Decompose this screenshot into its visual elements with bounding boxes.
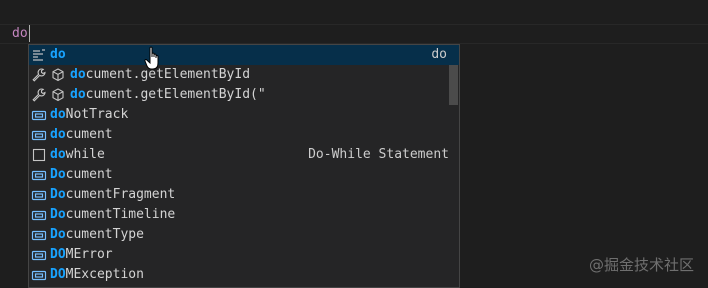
text-cursor bbox=[28, 25, 30, 42]
suggestion-label-rest: while bbox=[65, 147, 105, 162]
suggestion-item[interactable]: DocumentFragment bbox=[29, 185, 459, 205]
match-highlight: do bbox=[50, 147, 66, 162]
suggestion-label-rest: cument.getElementById(" bbox=[85, 87, 266, 102]
variable-icon bbox=[31, 247, 47, 263]
suggestion-item[interactable]: DOMError bbox=[29, 245, 459, 265]
variable-icon bbox=[31, 207, 47, 223]
snippet-icon bbox=[31, 47, 47, 63]
match-highlight: do bbox=[50, 107, 66, 122]
wrench-icon bbox=[31, 87, 47, 103]
suggestion-label: DOMException bbox=[50, 265, 459, 285]
suggestion-label-rest: NotTrack bbox=[65, 107, 129, 122]
match-highlight: do bbox=[70, 67, 86, 82]
suggestion-label-rest: cument bbox=[65, 167, 113, 182]
suggestion-label-rest: cumentTimeline bbox=[65, 207, 176, 222]
suggestion-label: doNotTrack bbox=[50, 105, 459, 125]
suggestion-label: document bbox=[50, 125, 459, 145]
match-highlight: Do bbox=[50, 187, 66, 202]
typed-text: do bbox=[12, 26, 28, 41]
suggestion-item[interactable]: do do bbox=[29, 45, 459, 65]
variable-icon bbox=[31, 267, 47, 283]
watermark: @掘金技术社区 bbox=[588, 256, 694, 274]
match-highlight: do bbox=[50, 127, 66, 142]
variable-icon bbox=[31, 187, 47, 203]
current-line-highlight bbox=[0, 24, 708, 44]
suggestion-item[interactable]: Document bbox=[29, 165, 459, 185]
suggestion-label: DocumentType bbox=[50, 225, 459, 245]
suggestion-label-rest: cumentType bbox=[65, 227, 144, 242]
suggestion-label-rest: MError bbox=[65, 247, 113, 262]
suggestion-detail: Do-While Statement bbox=[308, 147, 449, 162]
suggestion-label-rest: cument.getElementById bbox=[85, 67, 251, 82]
suggestion-item[interactable]: DOMException bbox=[29, 265, 459, 285]
suggestion-label: DOMError bbox=[50, 245, 459, 265]
suggestion-item[interactable]: DocumentType bbox=[29, 225, 459, 245]
variable-icon bbox=[31, 167, 47, 183]
editor[interactable]: do do do document.getElementById document.g… bbox=[0, 0, 708, 288]
suggestion-label: Document bbox=[50, 165, 459, 185]
suggestion-item[interactable]: document.getElementById(" bbox=[29, 85, 459, 105]
variable-icon bbox=[31, 107, 47, 123]
suggestion-label: DocumentTimeline bbox=[50, 205, 459, 225]
cube-icon bbox=[50, 67, 66, 83]
suggestion-widget[interactable]: do do document.getElementById document.getE… bbox=[28, 44, 460, 288]
match-highlight: do bbox=[50, 47, 66, 62]
match-highlight: DO bbox=[50, 267, 66, 282]
variable-icon bbox=[31, 227, 47, 243]
match-highlight: DO bbox=[50, 247, 66, 262]
suggestion-label-rest: cumentFragment bbox=[65, 187, 176, 202]
suggestion-label-rest: cument bbox=[65, 127, 113, 142]
suggestion-detail: do bbox=[431, 47, 447, 62]
suggestion-item[interactable]: DocumentTimeline bbox=[29, 205, 459, 225]
suggestion-label: DocumentFragment bbox=[50, 185, 459, 205]
keyword-icon bbox=[31, 147, 47, 163]
suggestion-label: do bbox=[50, 45, 459, 65]
variable-icon bbox=[31, 127, 47, 143]
match-highlight: do bbox=[70, 87, 86, 102]
hand-pointer-icon bbox=[144, 46, 159, 70]
wrench-icon bbox=[31, 67, 47, 83]
cube-icon bbox=[50, 87, 66, 103]
suggestion-item[interactable]: doNotTrack bbox=[29, 105, 459, 125]
match-highlight: Do bbox=[50, 167, 66, 182]
code-line[interactable]: do bbox=[12, 25, 30, 43]
suggestion-item[interactable]: document bbox=[29, 125, 459, 145]
suggestion-item[interactable]: dowhile Do-While Statement bbox=[29, 145, 459, 165]
match-highlight: Do bbox=[50, 227, 66, 242]
match-highlight: Do bbox=[50, 207, 66, 222]
suggestion-label: document.getElementById(" bbox=[70, 85, 459, 105]
suggestion-label-rest: MException bbox=[65, 267, 144, 282]
suggestion-item[interactable]: document.getElementById bbox=[29, 65, 459, 85]
suggestion-label: document.getElementById bbox=[70, 65, 459, 85]
